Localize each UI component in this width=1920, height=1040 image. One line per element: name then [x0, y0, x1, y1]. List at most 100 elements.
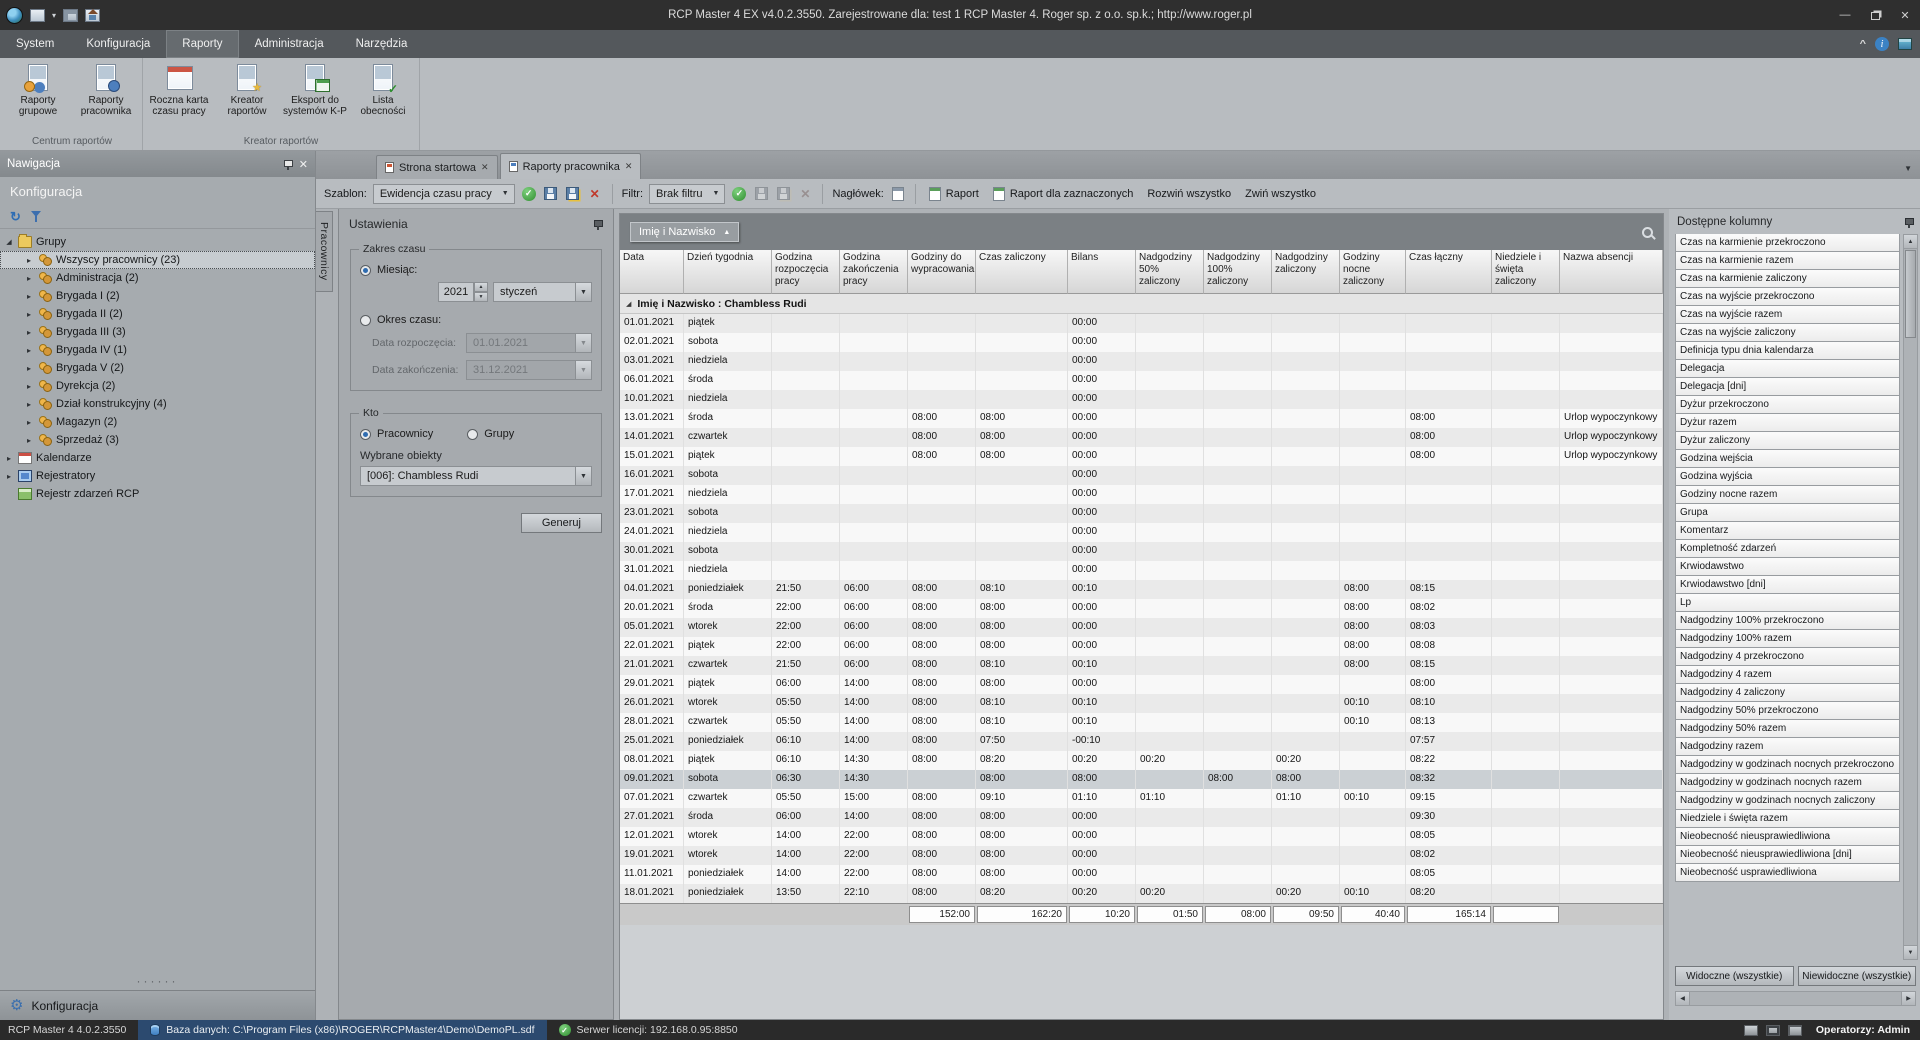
table-row[interactable]: 12.01.2021wtorek14:0022:0008:0008:0000:0… [620, 827, 1663, 846]
available-column-item[interactable]: Nadgodziny razem [1675, 737, 1900, 756]
group-by-chip[interactable]: Imię i Nazwisko ▲ [630, 222, 739, 242]
monitor-icon[interactable] [1766, 1025, 1780, 1036]
tree-item[interactable]: Dyrekcja (2) [0, 377, 315, 395]
panel-splitter[interactable]: ······ [0, 972, 315, 990]
ribbon-button[interactable]: Eksport do systemów K-P [281, 60, 349, 119]
table-row[interactable]: 02.01.2021sobota00:00 [620, 333, 1663, 352]
app-logo-icon[interactable] [6, 7, 23, 24]
available-column-item[interactable]: Nadgodziny 4 przekroczono [1675, 647, 1900, 666]
table-row[interactable]: 27.01.2021środa06:0014:0008:0008:0000:00… [620, 808, 1663, 827]
scrollbar-thumb[interactable] [1905, 250, 1916, 338]
start-date-field[interactable]: 01.01.2021 ▼ [466, 333, 592, 353]
tree-item[interactable]: Administracja (2) [0, 269, 315, 287]
table-row[interactable]: 04.01.2021poniedziałek21:5006:0008:0008:… [620, 580, 1663, 599]
available-column-item[interactable]: Lp [1675, 593, 1900, 612]
tree-item[interactable]: Magazyn (2) [0, 413, 315, 431]
report-button[interactable]: Raport [925, 185, 983, 203]
table-row[interactable]: 31.01.2021niedziela00:00 [620, 561, 1663, 580]
scroll-down-icon[interactable]: ▼ [1904, 945, 1917, 959]
table-row[interactable]: 18.01.2021poniedziałek13:5022:1008:0008:… [620, 884, 1663, 903]
delete-template-icon[interactable]: ✕ [587, 186, 603, 202]
scroll-right-icon[interactable]: ▶ [1901, 992, 1915, 1005]
template-combo[interactable]: Ewidencja czasu pracy▼ [373, 184, 515, 204]
available-column-item[interactable]: Godziny nocne razem [1675, 485, 1900, 504]
table-row[interactable]: 17.01.2021niedziela00:00 [620, 485, 1663, 504]
tree-item[interactable]: Grupy [0, 233, 315, 251]
month-radio[interactable] [360, 265, 371, 276]
close-tab-icon[interactable]: ✕ [625, 161, 633, 172]
available-column-item[interactable]: Krwiodawstwo [dni] [1675, 575, 1900, 594]
table-row[interactable]: 09.01.2021sobota06:3014:3008:0008:0008:0… [620, 770, 1663, 789]
group-expand-icon[interactable]: ◢ [626, 300, 631, 308]
scroll-left-icon[interactable]: ◀ [1676, 992, 1690, 1005]
tree-item[interactable]: Brygada I (2) [0, 287, 315, 305]
close-panel-icon[interactable]: ✕ [299, 158, 308, 171]
tab-pracownicy[interactable]: Pracownicy [316, 211, 333, 292]
save-filter-icon[interactable] [753, 186, 769, 202]
available-column-item[interactable]: Delegacja [1675, 359, 1900, 378]
column-header[interactable]: Godziny do wypracowania [908, 250, 976, 294]
table-row[interactable]: 25.01.2021poniedziałek06:1014:0008:0007:… [620, 732, 1663, 751]
spin-up-icon[interactable]: ▲ [474, 282, 488, 292]
column-header[interactable]: Bilans [1068, 250, 1136, 294]
available-column-item[interactable]: Grupa [1675, 503, 1900, 522]
available-column-item[interactable]: Niedziele i święta razem [1675, 809, 1900, 828]
save-template-as-icon[interactable] [565, 186, 581, 202]
tree-item[interactable]: Wszyscy pracownicy (23) [0, 251, 315, 269]
tree-item[interactable]: Rejestr zdarzeń RCP [0, 485, 315, 503]
search-icon[interactable] [1642, 227, 1653, 238]
help-panel-icon[interactable] [1898, 38, 1912, 50]
available-column-item[interactable]: Definicja typu dnia kalendarza [1675, 341, 1900, 360]
available-column-item[interactable]: Komentarz [1675, 521, 1900, 540]
column-header[interactable]: Godzina zakończenia pracy [840, 250, 908, 294]
hidden-all-button[interactable]: Niewidoczne (wszystkie) [1798, 966, 1917, 986]
scroll-up-icon[interactable]: ▲ [1904, 235, 1917, 249]
configuration-footer-button[interactable]: ⚙ Konfiguracja [0, 990, 315, 1020]
minimize-button[interactable]: — [1830, 0, 1860, 30]
end-date-field[interactable]: 31.12.2021 ▼ [466, 360, 592, 380]
ribbon-button[interactable]: Raporty pracownika [72, 60, 140, 119]
available-column-item[interactable]: Czas na karmienie zaliczony [1675, 269, 1900, 288]
menu-tab[interactable]: Narzędzia [340, 30, 424, 58]
tree-item[interactable]: Brygada III (3) [0, 323, 315, 341]
table-row[interactable]: 23.01.2021sobota00:00 [620, 504, 1663, 523]
tree-item[interactable]: Kalendarze [0, 449, 315, 467]
grid-icon[interactable] [1788, 1025, 1802, 1036]
apply-filter-icon[interactable]: ✓ [731, 186, 747, 202]
available-column-item[interactable]: Nadgodziny 100% przekroczono [1675, 611, 1900, 630]
available-column-item[interactable]: Nadgodziny 4 razem [1675, 665, 1900, 684]
available-column-item[interactable]: Krwiodawstwo [1675, 557, 1900, 576]
available-column-item[interactable]: Nieobecność usprawiedliwiona [1675, 863, 1900, 882]
available-column-item[interactable]: Nadgodziny w godzinach nocnych zaliczony [1675, 791, 1900, 810]
tree-item[interactable]: Dział konstrukcyjny (4) [0, 395, 315, 413]
table-row[interactable]: 15.01.2021piątek08:0008:0000:0008:00Urlo… [620, 447, 1663, 466]
save-filter-as-icon[interactable] [775, 186, 791, 202]
table-row[interactable]: 24.01.2021niedziela00:00 [620, 523, 1663, 542]
column-header[interactable]: Czas zaliczony [976, 250, 1068, 294]
column-header[interactable]: Nadgodziny 50% zaliczony [1136, 250, 1204, 294]
table-row[interactable]: 03.01.2021niedziela00:00 [620, 352, 1663, 371]
close-button[interactable]: ✕ [1890, 0, 1920, 30]
menu-tab[interactable]: Administracja [239, 30, 340, 58]
available-column-item[interactable]: Nadgodziny 4 zaliczony [1675, 683, 1900, 702]
table-row[interactable]: 26.01.2021wtorek05:5014:0008:0008:1000:1… [620, 694, 1663, 713]
apply-template-icon[interactable]: ✓ [521, 186, 537, 202]
column-header[interactable]: Czas łączny [1406, 250, 1492, 294]
available-column-item[interactable]: Nadgodziny w godzinach nocnych przekrocz… [1675, 755, 1900, 774]
delete-filter-icon[interactable]: ✕ [797, 186, 813, 202]
available-column-item[interactable]: Czas na karmienie przekroczono [1675, 234, 1900, 252]
spin-down-icon[interactable]: ▼ [474, 292, 488, 302]
collapse-all-button[interactable]: Zwiń wszystko [1241, 186, 1320, 202]
collapse-ribbon-icon[interactable]: ^ [1860, 39, 1866, 49]
available-column-item[interactable]: Nadgodziny 50% razem [1675, 719, 1900, 738]
expand-all-button[interactable]: Rozwiń wszystko [1143, 186, 1235, 202]
column-header[interactable]: Dzień tygodnia [684, 250, 772, 294]
menu-tab[interactable]: Raporty [166, 30, 238, 58]
statusbar-database[interactable]: Baza danych: C:\Program Files (x86)\ROGE… [138, 1020, 546, 1040]
close-tab-icon[interactable]: ✕ [481, 162, 489, 173]
column-header[interactable]: Godzina rozpoczęcia pracy [772, 250, 840, 294]
year-stepper[interactable]: 2021 ▲▼ [438, 282, 488, 302]
available-column-item[interactable]: Godzina wejścia [1675, 449, 1900, 468]
table-row[interactable]: 14.01.2021czwartek08:0008:0000:0008:00Ur… [620, 428, 1663, 447]
objects-combo[interactable]: [006]: Chambless Rudi ▼ [360, 466, 592, 486]
